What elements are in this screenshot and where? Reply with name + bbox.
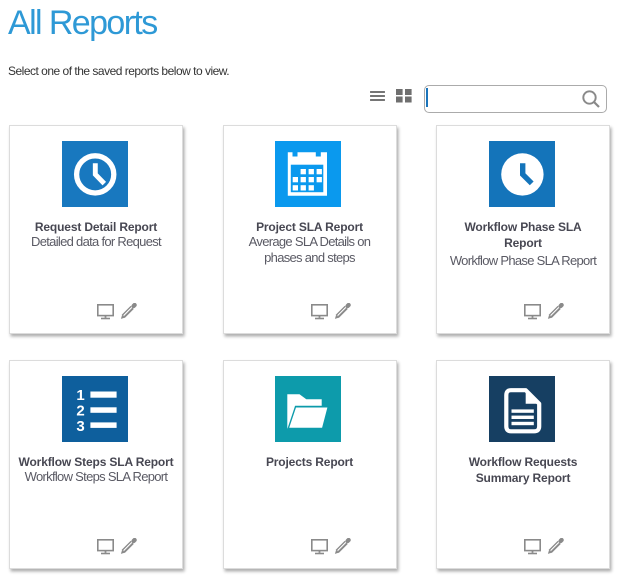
svg-text:1: 1 [76, 387, 84, 404]
svg-text:3: 3 [76, 418, 84, 435]
